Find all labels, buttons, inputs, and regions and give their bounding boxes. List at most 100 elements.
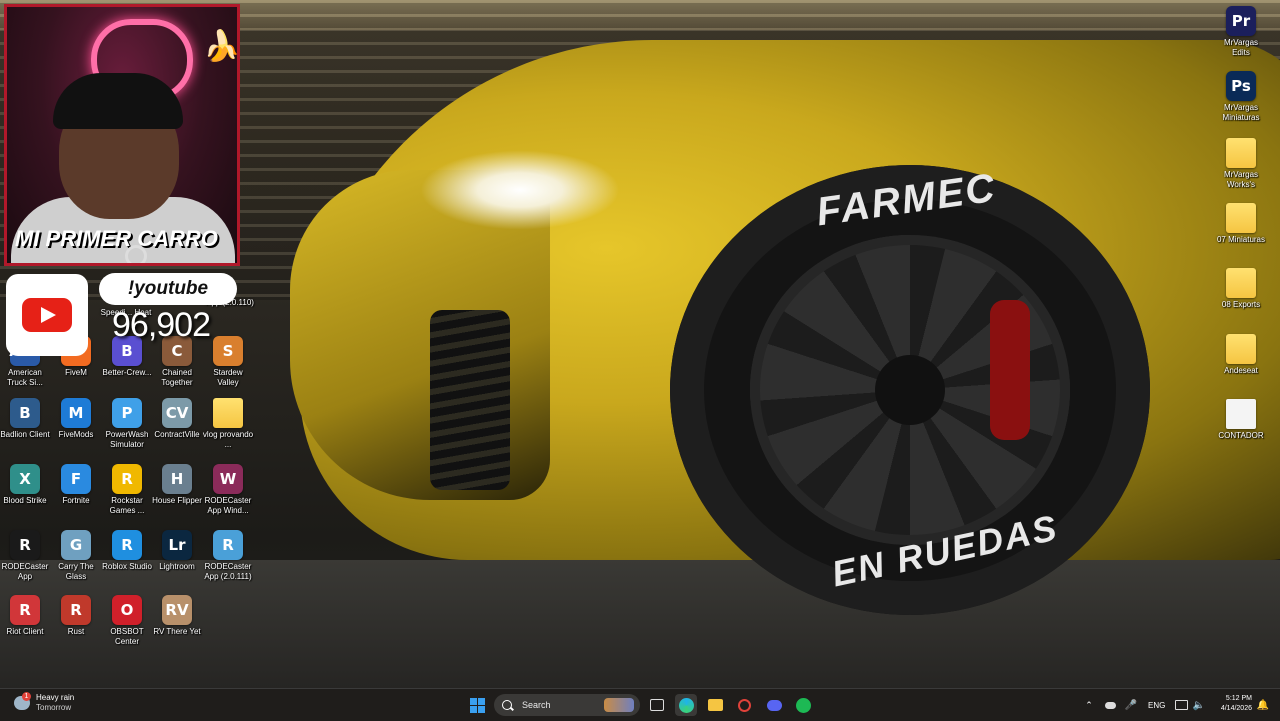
- onedrive-button[interactable]: [1099, 694, 1121, 716]
- desktop-icon-label: RODECaster App (2.0.111): [204, 562, 252, 581]
- desktop-icon[interactable]: H House Flipper: [151, 464, 203, 506]
- desktop-icon[interactable]: Andeseat: [1215, 334, 1267, 376]
- desktop-icon[interactable]: W RODECaster App Wind...: [202, 464, 254, 516]
- webcam-caption: MI PRIMER CARRO: [15, 226, 218, 251]
- desktop-icon-label: vlog provando ...: [202, 430, 254, 449]
- desktop-icon[interactable]: MrVargas Works's: [1215, 138, 1267, 190]
- wallpaper-headlight: [420, 150, 620, 230]
- clock-date: 4/14/2026: [1220, 705, 1252, 712]
- volume-button[interactable]: 🔈: [1188, 694, 1210, 716]
- desktop-icon-label: 08 Exports: [1221, 300, 1261, 309]
- folder-icon: [213, 398, 243, 428]
- folder-icon: [707, 699, 723, 711]
- roblox-icon: R: [112, 530, 142, 560]
- taskbar-search[interactable]: [494, 694, 640, 716]
- desktop-icon[interactable]: 07 Miniaturas: [1215, 203, 1267, 245]
- riot-icon: R: [10, 595, 40, 625]
- desktop-icon[interactable]: Pr MrVargas Edits: [1215, 6, 1267, 58]
- game-icon: H: [162, 464, 192, 494]
- snipping-tool-button[interactable]: [733, 694, 755, 716]
- desktop-icon-label: CONTADOR: [1218, 431, 1264, 440]
- edge-button[interactable]: [675, 694, 697, 716]
- desktop-icon-label: ContractVille: [154, 430, 200, 439]
- desktop-icon-label: Chained Together: [161, 368, 193, 387]
- desktop-icon-label: MrVargas Miniaturas: [1222, 103, 1260, 122]
- file-explorer-button[interactable]: [704, 694, 726, 716]
- winrar-icon: W: [213, 464, 243, 494]
- game-icon: S: [213, 336, 243, 366]
- installer-icon: R: [213, 530, 243, 560]
- desktop-icon[interactable]: B Badlion Client: [0, 398, 51, 440]
- desktop-icon[interactable]: G Carry The Glass: [50, 530, 102, 582]
- game-icon: X: [10, 464, 40, 494]
- desktop-icon-label: Rust: [67, 627, 85, 636]
- game-icon: G: [61, 530, 91, 560]
- desktop-icon[interactable]: Ps MrVargas Miniaturas: [1215, 71, 1267, 123]
- desktop-icon[interactable]: M FiveMods: [50, 398, 102, 440]
- start-button[interactable]: [466, 694, 488, 716]
- spotify-button[interactable]: [792, 694, 814, 716]
- desktop-icon-label: RODECaster App Wind...: [204, 496, 252, 515]
- photoshop-icon: Ps: [1226, 71, 1256, 101]
- desktop-icon[interactable]: CONTADOR: [1215, 399, 1267, 441]
- banana-decor-icon: 🍌: [203, 30, 240, 63]
- wallpaper-hub: [875, 355, 945, 425]
- youtube-command: !youtube: [99, 273, 237, 305]
- bell-icon: 🔔: [1256, 699, 1270, 711]
- lightroom-icon: Lr: [162, 530, 192, 560]
- task-view-button[interactable]: [646, 694, 668, 716]
- desktop-icon[interactable]: R Riot Client: [0, 595, 51, 637]
- rust-icon: R: [61, 595, 91, 625]
- desktop-icon[interactable]: vlog provando ...: [202, 398, 254, 450]
- desktop-icon[interactable]: 08 Exports: [1215, 268, 1267, 310]
- desktop-icon[interactable]: CV ContractVille: [151, 398, 203, 440]
- notifications-button[interactable]: 🔔: [1252, 694, 1274, 716]
- desktop-icon-label: PowerWash Simulator: [105, 430, 149, 449]
- microphone-button[interactable]: 🎤: [1120, 694, 1142, 716]
- weather-alert-badge: 1: [22, 692, 31, 701]
- desktop-icon-label: Badlion Client: [0, 430, 50, 439]
- desktop-icon-label: FiveM: [65, 368, 87, 377]
- weather-subtitle: Tomorrow: [36, 703, 72, 712]
- rain-cloud-icon: 1: [14, 692, 31, 710]
- desktop-icon[interactable]: P PowerWash Simulator: [101, 398, 153, 450]
- desktop-icon[interactable]: R RODECaster App (2.0.111): [202, 530, 254, 582]
- desktop-icon-label: RV There Yet: [153, 627, 201, 636]
- rockstar-icon: R: [112, 464, 142, 494]
- edge-icon: [678, 697, 694, 713]
- desktop-icon[interactable]: RV RV There Yet: [151, 595, 203, 637]
- game-icon: RV: [162, 595, 192, 625]
- clock-time: 5:12 PM: [1225, 695, 1252, 702]
- desktop-icon[interactable]: R RODECaster App: [0, 530, 51, 582]
- desktop-icon-label: Rockstar Games ...: [109, 496, 145, 515]
- desktop-icon-label: Riot Client: [6, 627, 44, 636]
- show-hidden-icons-button[interactable]: ⌃: [1078, 694, 1100, 716]
- desktop-icon-label: House Flipper: [152, 496, 202, 505]
- fivemods-icon: M: [61, 398, 91, 428]
- desktop-icon-label: MrVargas Works's: [1223, 170, 1259, 189]
- premiere-icon: Pr: [1226, 6, 1256, 36]
- desktop-icon[interactable]: R Rust: [50, 595, 102, 637]
- desktop-icon[interactable]: F Fortnite: [50, 464, 102, 506]
- windows-logo-icon: [469, 697, 485, 713]
- desktop-icon[interactable]: R Rockstar Games ...: [101, 464, 153, 516]
- desktop-icon[interactable]: O OBSBOT Center: [101, 595, 153, 647]
- wheel-logo-icon: [125, 245, 147, 263]
- desktop-icon-label: 07 Miniaturas: [1216, 235, 1266, 244]
- desktop-icon[interactable]: Lr Lightroom: [151, 530, 203, 572]
- language-indicator[interactable]: ENG: [1148, 701, 1165, 710]
- weather-title: Heavy rain: [36, 693, 75, 702]
- desktop-icon-label: FiveMods: [58, 430, 94, 439]
- powerwash-icon: P: [112, 398, 142, 428]
- desktop-icon[interactable]: R Roblox Studio: [101, 530, 153, 572]
- folder-icon: [1226, 138, 1256, 168]
- search-input[interactable]: [520, 699, 604, 711]
- taskbar-clock[interactable]: 5:12 PM 4/14/2026: [1208, 694, 1252, 714]
- desktop-icon[interactable]: X Blood Strike: [0, 464, 51, 506]
- contractville-icon: CV: [162, 398, 192, 428]
- discord-button[interactable]: [763, 694, 785, 716]
- desktop-icon-label: Fortnite: [62, 496, 90, 505]
- streamer-cap: [53, 73, 183, 129]
- weather-widget[interactable]: 1 Heavy rain Tomorrow: [14, 692, 75, 713]
- obsbot-icon: O: [112, 595, 142, 625]
